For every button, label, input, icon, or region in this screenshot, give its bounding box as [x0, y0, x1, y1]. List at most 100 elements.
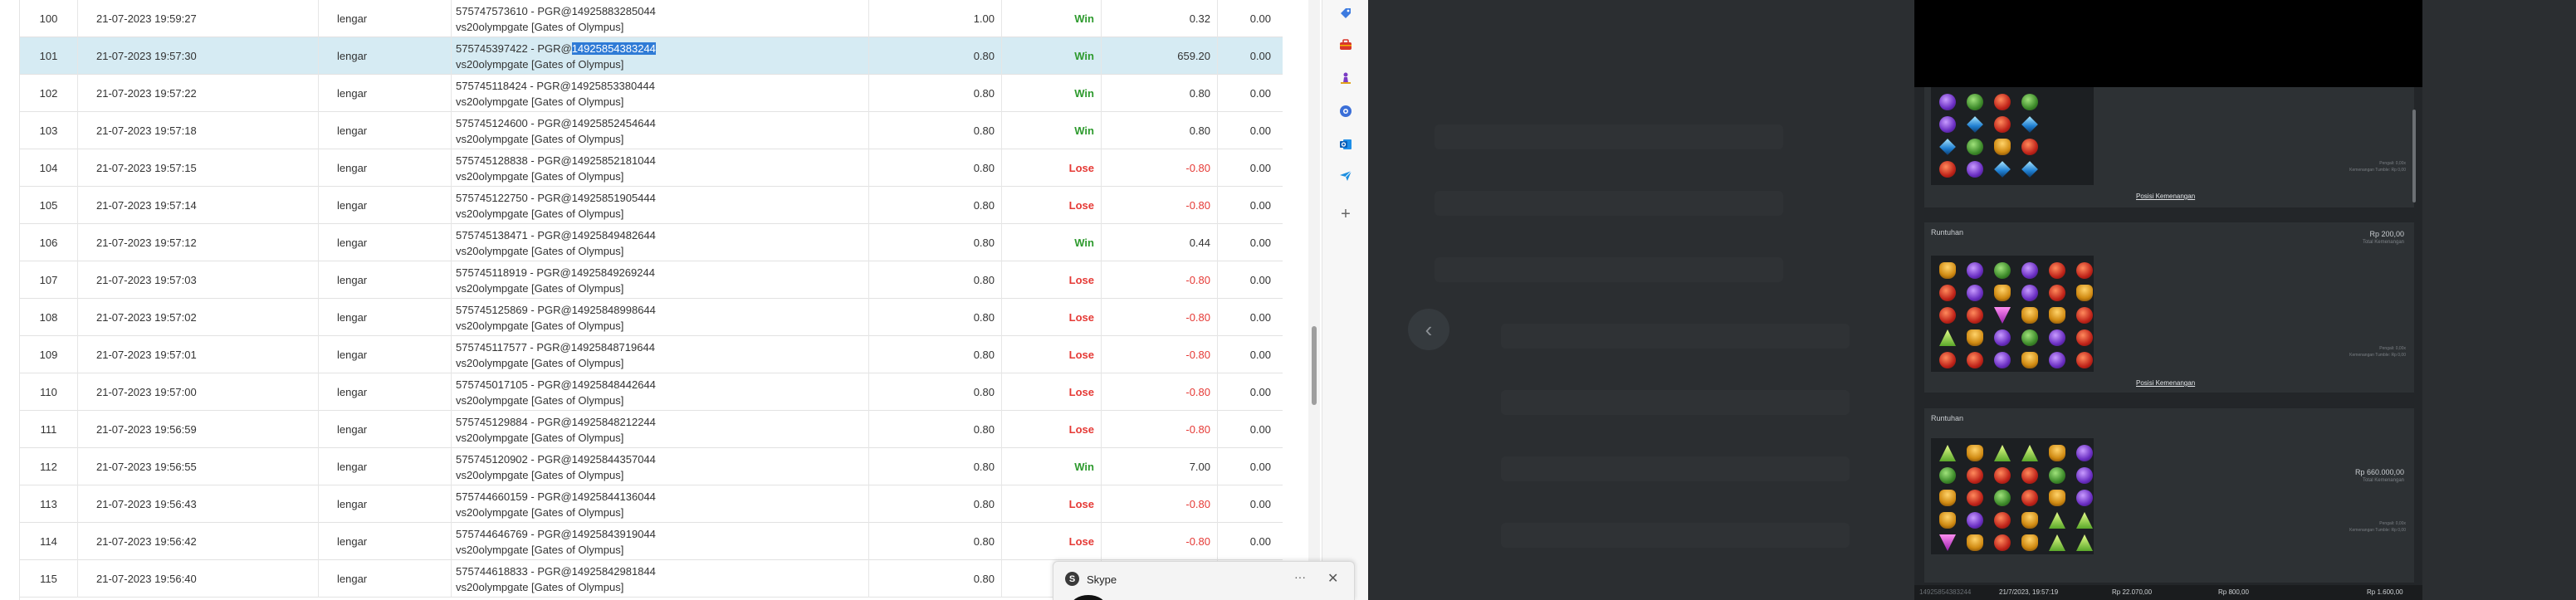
game-reference[interactable]: 575745120902 - PGR@14925844357044 vs20oly…	[452, 448, 869, 485]
table-row[interactable]: 111 21-07-2023 19:56:59 lengar 575745129884…	[20, 411, 1283, 448]
game-reference[interactable]: 575745017105 - PGR@14925848442644 vs20oly…	[452, 373, 869, 411]
table-scrollbar-thumb[interactable]	[1312, 326, 1317, 405]
plus-icon[interactable]: +	[1337, 205, 1354, 223]
table-row[interactable]: 109 21-07-2023 19:57:01 lengar 575745117577…	[20, 336, 1283, 373]
table-row[interactable]: 113 21-07-2023 19:56:43 lengar 575744660159…	[20, 485, 1283, 523]
balance: 0.00	[1249, 386, 1271, 398]
table-row[interactable]: 110 21-07-2023 19:57:00 lengar 575745017105…	[20, 373, 1283, 411]
table-row[interactable]: 114 21-07-2023 19:56:42 lengar 575744646769…	[20, 523, 1283, 560]
tumble-info: Pengali: 0,00x Kemenangan Tumble: Rp 0,0…	[2349, 521, 2406, 533]
game-reference[interactable]: 575745118424 - PGR@14925853380444 vs20oly…	[452, 75, 869, 112]
selected-text[interactable]: 14925854383244	[571, 41, 656, 55]
game-reference[interactable]: 575745129884 - PGR@14925848212244 vs20oly…	[452, 411, 869, 448]
symbol-gem	[2021, 94, 2038, 110]
symbol-gem	[1939, 467, 1956, 484]
result-badge: Lose	[1002, 485, 1102, 523]
transaction-ref[interactable]: 575745017105 - PGR@14925848442644	[456, 377, 656, 393]
winning-positions-link[interactable]: Posisi Kemenangan	[2136, 193, 2195, 200]
table-row[interactable]: 104 21-07-2023 19:57:15 lengar 575745128838…	[20, 149, 1283, 187]
copilot-icon[interactable]	[1337, 103, 1354, 120]
row-number: 104	[20, 149, 78, 187]
transaction-ref[interactable]: 575745122750 - PGR@14925851905444	[456, 190, 656, 206]
table-row[interactable]: 107 21-07-2023 19:57:03 lengar 575745118919…	[20, 261, 1283, 299]
close-icon[interactable]: ✕	[1327, 570, 1338, 587]
game-reference[interactable]: 575744618833 - PGR@14925842981844 vs20oly…	[452, 560, 869, 598]
transaction-ref[interactable]: 575745124600 - PGR@14925852454644	[456, 115, 656, 131]
result-badge: Win	[1002, 448, 1102, 485]
row-number: 101	[20, 37, 78, 75]
table-row[interactable]: 105 21-07-2023 19:57:14 lengar 575745122750…	[20, 187, 1283, 224]
transaction-ref[interactable]: 575747573610 - PGR@14925883285044	[456, 3, 656, 19]
tumble-info: Pengali: 0,00x Kemenangan Tumble: Rp 0,0…	[2349, 161, 2406, 173]
transaction-ref[interactable]: 575745397422 - PGR@14925854383244	[456, 41, 656, 56]
round-bet: Rp 800,00	[2218, 588, 2249, 596]
symbol-gem	[2076, 307, 2093, 324]
table-row[interactable]: 102 21-07-2023 19:57:22 lengar 575745118424…	[20, 75, 1283, 112]
table-row[interactable]: 103 21-07-2023 19:57:18 lengar 575745124600…	[20, 112, 1283, 149]
symbol-gem	[2021, 512, 2038, 529]
transaction-ref[interactable]: 575744660159 - PGR@14925844136044	[456, 489, 656, 505]
background-item	[1435, 257, 1783, 282]
tumble-amount-label: Total Kemenangan	[2362, 240, 2404, 245]
background-item	[1501, 324, 1850, 349]
previous-image-button[interactable]: ‹	[1408, 309, 1449, 350]
send-icon[interactable]	[1337, 168, 1354, 184]
table-row[interactable]: 112 21-07-2023 19:56:55 lengar 575745120902…	[20, 448, 1283, 485]
transaction-ref[interactable]: 575745120902 - PGR@14925844357044	[456, 451, 656, 467]
transaction-ref[interactable]: 575745138471 - PGR@14925849482644	[456, 227, 656, 243]
transaction-datetime: 21-07-2023 19:57:18	[78, 112, 319, 149]
username: lengar	[319, 411, 452, 448]
winning-positions-link[interactable]: Posisi Kemenangan	[2136, 379, 2195, 387]
tumble-title: Runtuhan	[1931, 414, 1964, 422]
transaction-ref[interactable]: 575745129884 - PGR@14925848212244	[456, 414, 656, 430]
game-reference[interactable]: 575745125869 - PGR@14925848998644 vs20oly…	[452, 299, 869, 336]
game-reference[interactable]: 575745397422 - PGR@14925854383244 vs20oly…	[452, 37, 869, 75]
tumble-panel-3: Runtuhan Rp 660.000,00 Total Kemenangan …	[1924, 408, 2414, 583]
game-reference[interactable]: 575744646769 - PGR@14925843919044 vs20oly…	[452, 523, 869, 560]
transaction-ref[interactable]: 575745117577 - PGR@14925848719644	[456, 339, 655, 355]
chess-icon[interactable]	[1337, 70, 1354, 86]
balance: 0.00	[1249, 349, 1271, 361]
game-reference[interactable]: 575745122750 - PGR@14925851905444 vs20oly…	[452, 187, 869, 224]
skype-title: Skype	[1087, 573, 1117, 586]
outlook-icon[interactable]	[1337, 136, 1354, 153]
transaction-ref[interactable]: 575744618833 - PGR@14925842981844	[456, 563, 656, 579]
table-row[interactable]: 101 21-07-2023 19:57:30 lengar 575745397422…	[20, 37, 1283, 75]
game-reference[interactable]: 575744660159 - PGR@14925844136044 vs20oly…	[452, 485, 869, 523]
toolbox-icon[interactable]	[1337, 37, 1354, 53]
screen: 100 21-07-2023 19:59:27 lengar 575747573610…	[0, 0, 2576, 600]
symbol-grid	[1931, 256, 2094, 372]
tumble-amount: Rp 200,00	[2369, 230, 2404, 238]
bet-amount: 0.80	[869, 112, 1002, 149]
skype-popup[interactable]: S Skype ··· ✕	[1053, 561, 1355, 600]
round-win: Rp 1.600,00	[2367, 588, 2403, 596]
username: lengar	[319, 485, 452, 523]
transaction-ref[interactable]: 575745118424 - PGR@14925853380444	[456, 78, 655, 94]
table-row[interactable]: 100 21-07-2023 19:59:27 lengar 575747573610…	[20, 0, 1283, 37]
transaction-datetime: 21-07-2023 19:56:43	[78, 485, 319, 523]
transaction-ref[interactable]: 575745128838 - PGR@14925852181044	[456, 153, 656, 168]
transaction-ref[interactable]: 575745125869 - PGR@14925848998644	[456, 302, 656, 318]
tag-icon[interactable]	[1337, 5, 1354, 22]
symbol-gem	[2076, 534, 2093, 551]
symbol-gem	[1994, 352, 2011, 368]
document-scrollbar[interactable]	[2412, 110, 2416, 202]
game-reference[interactable]: 575745138471 - PGR@14925849482644 vs20oly…	[452, 224, 869, 261]
table-row[interactable]: 108 21-07-2023 19:57:02 lengar 575745125869…	[20, 299, 1283, 336]
game-reference[interactable]: 575745124600 - PGR@14925852454644 vs20oly…	[452, 112, 869, 149]
transaction-ref-text: 575745118424 - PGR@14925853380444	[456, 79, 655, 92]
table-row[interactable]: 106 21-07-2023 19:57:12 lengar 575745138471…	[20, 224, 1283, 261]
table-scrollbar[interactable]	[1308, 0, 1320, 600]
transaction-ref[interactable]: 575745118919 - PGR@14925849269244	[456, 265, 655, 280]
transaction-ref[interactable]: 575744646769 - PGR@14925843919044	[456, 526, 656, 542]
symbol-gem	[1994, 285, 2011, 301]
game-reference[interactable]: 575747573610 - PGR@14925883285044 vs20oly…	[452, 0, 869, 37]
game-reference[interactable]: 575745118919 - PGR@14925849269244 vs20oly…	[452, 261, 869, 299]
transaction-datetime: 21-07-2023 19:57:14	[78, 187, 319, 224]
transaction-datetime: 21-07-2023 19:56:55	[78, 448, 319, 485]
game-reference[interactable]: 575745128838 - PGR@14925852181044 vs20oly…	[452, 149, 869, 187]
more-options-icon[interactable]: ···	[1294, 570, 1306, 583]
result-badge: Win	[1002, 0, 1102, 37]
game-reference[interactable]: 575745117577 - PGR@14925848719644 vs20oly…	[452, 336, 869, 373]
win-amount: -0.80	[1102, 523, 1218, 560]
